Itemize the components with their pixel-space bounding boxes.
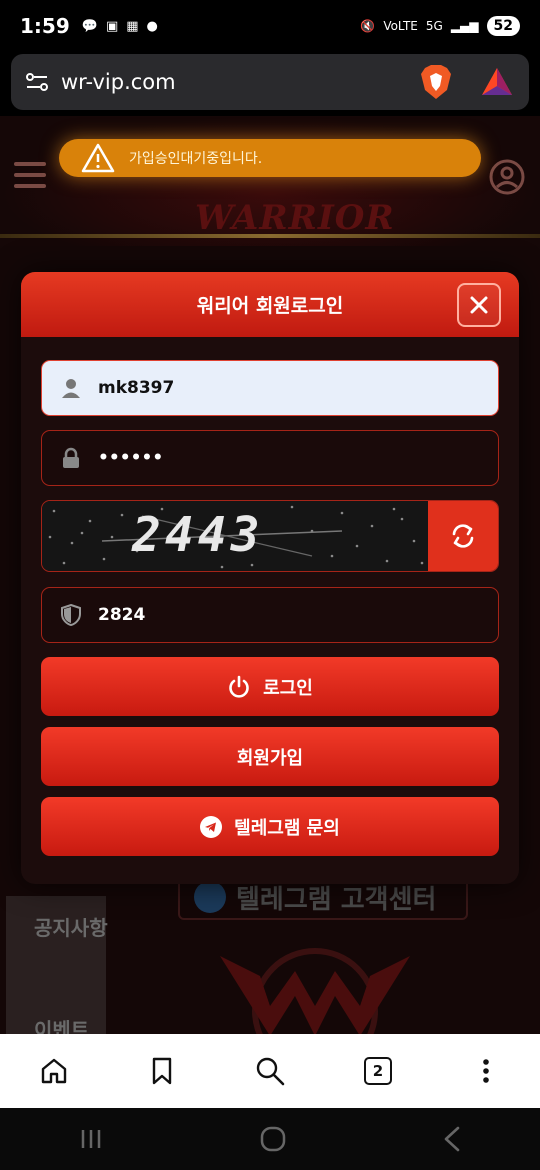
telegram-banner-label: 텔레그램 고객센터 <box>236 884 437 915</box>
close-icon <box>470 296 488 314</box>
calendar-icon: ▦ <box>126 18 139 34</box>
side-item-event[interactable]: 이벤트 <box>34 1014 89 1034</box>
system-nav-bar <box>0 1108 540 1170</box>
username-value: mk8397 <box>98 378 175 398</box>
bookmark-button[interactable] <box>147 1056 177 1086</box>
login-button[interactable]: 로그인 <box>41 657 499 716</box>
captcha-input-value: 2824 <box>98 605 146 625</box>
telegram-icon <box>194 881 226 913</box>
telegram-icon <box>200 815 223 838</box>
url-text[interactable]: wr-vip.com <box>61 70 419 94</box>
modal-header: 워리어 회원로그인 <box>21 272 519 337</box>
username-field[interactable]: mk8397 <box>41 360 499 416</box>
site-settings-icon[interactable] <box>25 70 49 94</box>
home-button[interactable] <box>39 1056 69 1086</box>
menu-icon[interactable] <box>14 162 46 188</box>
header-divider <box>0 234 540 238</box>
password-value: •••••• <box>98 448 164 468</box>
captcha-input-field[interactable]: 2824 <box>41 587 499 643</box>
home-nav-icon[interactable] <box>259 1125 287 1153</box>
more-vertical-icon <box>483 1059 489 1083</box>
browser-toolbar: 2 <box>0 1034 540 1108</box>
captcha-refresh-button[interactable] <box>428 501 498 571</box>
network-label: 5G <box>425 19 443 33</box>
lock-icon <box>63 447 79 468</box>
login-modal: 워리어 회원로그인 mk8397 •••••• 2443 2824 로그인 회원… <box>21 272 519 884</box>
battery-indicator: 52 <box>486 16 520 36</box>
site-logo: WARRIOR <box>195 198 395 238</box>
tabs-button[interactable]: 2 <box>363 1056 393 1086</box>
power-icon <box>229 675 249 698</box>
back-icon[interactable] <box>442 1125 462 1153</box>
recent-apps-icon[interactable] <box>78 1128 104 1150</box>
bookmark-icon <box>152 1057 172 1085</box>
captcha-text: 2443 <box>132 507 264 563</box>
search-icon <box>256 1057 285 1086</box>
telegram-inquiry-button[interactable]: 텔레그램 문의 <box>41 797 499 856</box>
browser-header: wr-vip.com <box>0 52 540 116</box>
status-bar: 1:59 💬 ▣ ▦ ● 🔇 VoLTE 5G ▂▄▆ 52 <box>0 0 540 52</box>
tab-count: 2 <box>364 1057 392 1085</box>
signup-button[interactable]: 회원가입 <box>41 727 499 786</box>
user-icon <box>62 379 80 398</box>
warning-icon <box>81 143 115 173</box>
brave-rewards-icon[interactable] <box>479 64 515 100</box>
login-label: 로그인 <box>263 677 313 699</box>
shield-icon <box>61 604 81 626</box>
status-time: 1:59 <box>20 14 70 38</box>
screenshot-icon: ▣ <box>105 18 119 34</box>
side-item-notice[interactable]: 공지사항 <box>34 912 108 941</box>
more-menu-button[interactable] <box>471 1056 501 1086</box>
modal-title: 워리어 회원로그인 <box>196 295 344 317</box>
signal-icon: ▂▄▆ <box>450 19 479 33</box>
telegram-inquiry-label: 텔레그램 문의 <box>234 817 340 839</box>
captcha-box: 2443 <box>41 500 499 572</box>
mute-icon: 🔇 <box>360 19 376 33</box>
search-button[interactable] <box>255 1056 285 1086</box>
warrior-emblem <box>220 948 410 1034</box>
chat-notification-icon: 💬 <box>81 18 98 34</box>
approval-pending-toast: 가입승인대기중입니다. <box>59 139 481 177</box>
url-bar[interactable]: wr-vip.com <box>11 54 529 110</box>
close-button[interactable] <box>457 283 501 327</box>
home-icon <box>41 1058 67 1084</box>
dot-icon: ● <box>146 18 158 34</box>
toast-message: 가입승인대기중입니다. <box>129 151 263 167</box>
password-field[interactable]: •••••• <box>41 430 499 486</box>
volte-icon: VoLTE <box>383 19 418 33</box>
brave-shields-icon[interactable] <box>419 64 453 100</box>
signup-label: 회원가입 <box>236 747 304 769</box>
refresh-icon <box>452 524 474 548</box>
user-icon[interactable] <box>488 158 526 196</box>
